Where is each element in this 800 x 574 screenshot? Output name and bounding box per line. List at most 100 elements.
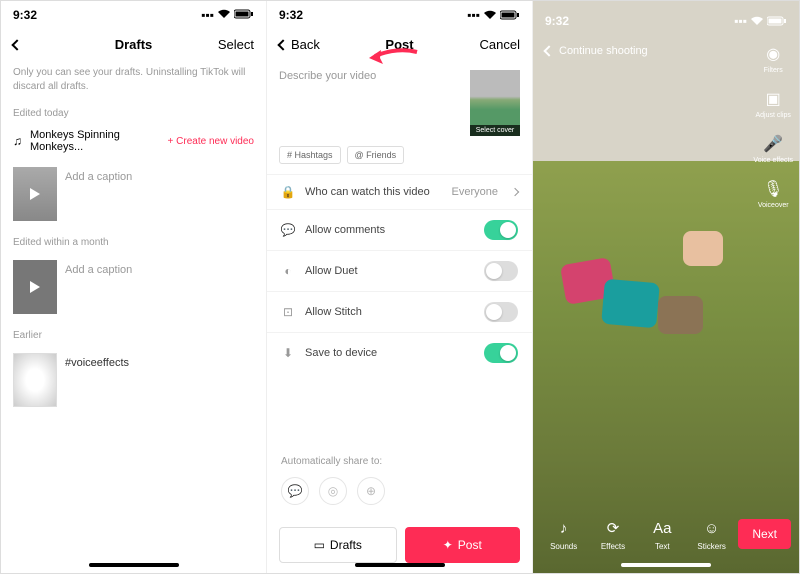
caption-placeholder[interactable]: Add a caption [65,260,132,276]
cover-thumbnail[interactable]: Select cover [470,70,520,136]
privacy-label: Who can watch this video [305,186,442,198]
draft-item[interactable]: Add a caption [1,159,266,229]
chevron-left-icon [277,39,288,50]
chevron-right-icon [511,188,519,196]
wifi-icon [750,16,764,26]
post-button[interactable]: ✦Post [405,527,521,563]
bottom-toolbar: ♪Sounds ⟳Effects AaText ☺Stickers Next [533,516,799,551]
post-icon: ✦ [443,538,453,552]
drafts-button[interactable]: ▭Drafts [279,527,397,563]
home-indicator [89,563,179,567]
comments-row: 💬 Allow comments [267,209,532,250]
draft-thumbnail[interactable] [13,353,57,407]
save-row: ⬇ Save to device [267,332,532,373]
post-panel: 9:32 ▪▪▪ Back Post Cancel Describe your … [267,1,533,573]
stitch-icon: ⊡ [281,305,295,319]
share-instagram-icon[interactable]: ◎ [319,477,347,505]
home-indicator [355,563,445,567]
description-area: Describe your video Select cover [267,60,532,146]
adjust-clips-tool[interactable]: ▣Adjust clips [756,88,791,119]
stickers-tool[interactable]: ☺Stickers [689,516,734,551]
status-time: 9:32 [279,8,303,22]
section-today: Edited today [1,100,266,123]
drafts-header: Drafts Select [1,29,266,60]
side-toolbar: ◉Filters ▣Adjust clips 🎤Voice effects 🎙V… [753,43,793,209]
duet-toggle[interactable] [484,261,518,281]
preview-obj [658,296,703,334]
section-month: Edited within a month [1,229,266,252]
page-title: Drafts [115,37,153,52]
duet-row: ◐ Allow Duet [267,250,532,291]
drafts-hint: Only you can see your drafts. Uninstalli… [1,60,266,100]
status-icons: ▪▪▪ [734,14,787,28]
status-bar: 9:32 ▪▪▪ [545,7,787,35]
status-icons: ▪▪▪ [467,8,520,22]
arrow-annotation [367,46,422,68]
friends-pill[interactable]: @ Friends [347,146,405,164]
preview-obj [601,279,660,329]
voice-icon: 🎤 [762,133,784,155]
filters-icon: ◉ [762,43,784,65]
voiceover-tool[interactable]: 🎙Voiceover [758,178,789,209]
drafts-panel: 9:32 ▪▪▪ Drafts Select Only you can see … [1,1,267,573]
wifi-icon [483,10,497,20]
battery-icon [234,8,254,22]
create-video-link[interactable]: + Create new video [168,136,254,147]
back-button[interactable] [13,41,21,49]
caption-placeholder[interactable]: Add a caption [65,167,132,183]
play-icon [30,281,40,293]
hashtags-pill[interactable]: # Hashtags [279,146,341,164]
section-earlier: Earlier [1,322,266,345]
draft-thumbnail[interactable] [13,260,57,314]
effects-tool[interactable]: ⟳Effects [590,516,635,551]
stitch-toggle[interactable] [484,302,518,322]
continue-shooting-button[interactable]: Continue shooting [545,45,787,57]
share-label: Automatically share to: [267,452,532,471]
status-time: 9:32 [545,14,569,28]
draft-item[interactable]: #voiceeffects [1,345,266,415]
comment-icon: 💬 [281,223,295,237]
sounds-icon: ♪ [552,516,576,540]
music-title: Monkeys Spinning Monkeys... [30,129,160,153]
save-toggle[interactable] [484,343,518,363]
privacy-value: Everyone [452,186,498,198]
share-more-icon[interactable]: ⊕ [357,477,385,505]
draft-thumbnail[interactable] [13,167,57,221]
music-row: ♫ Monkeys Spinning Monkeys... + Create n… [1,123,266,159]
privacy-row[interactable]: 🔒 Who can watch this video Everyone [267,174,532,209]
share-chat-icon[interactable]: 💬 [281,477,309,505]
voiceover-icon: 🎙 [762,178,784,200]
draft-item[interactable]: Add a caption [1,252,266,322]
status-time: 9:32 [13,8,37,22]
stitch-row: ⊡ Allow Stitch [267,291,532,332]
text-icon: Aa [650,516,674,540]
share-row: 💬 ◎ ⊕ [267,471,532,517]
duet-icon: ◐ [281,264,295,278]
stickers-icon: ☺ [700,516,724,540]
comments-toggle[interactable] [484,220,518,240]
preview-obj [683,231,723,266]
battery-icon [767,16,787,26]
sounds-tool[interactable]: ♪Sounds [541,516,586,551]
filters-tool[interactable]: ◉Filters [762,43,784,74]
chevron-left-icon [11,39,22,50]
draft-caption: #voiceeffects [65,353,129,369]
editor-panel: 9:32 ▪▪▪ Continue shooting ◉Filters ▣Adj… [533,1,799,573]
signal-icon: ▪▪▪ [467,8,480,22]
pill-row: # Hashtags @ Friends [267,146,532,174]
status-bar: 9:32 ▪▪▪ [267,1,532,29]
signal-icon: ▪▪▪ [201,8,214,22]
cancel-button[interactable]: Cancel [480,37,520,52]
music-icon: ♫ [13,134,22,148]
voice-effects-tool[interactable]: 🎤Voice effects [753,133,793,164]
text-tool[interactable]: AaText [640,516,685,551]
description-input[interactable]: Describe your video [279,70,462,136]
download-icon: ⬇ [281,346,295,360]
drafts-icon: ▭ [314,538,325,552]
select-button[interactable]: Select [218,37,254,52]
adjust-icon: ▣ [762,88,784,110]
back-button[interactable]: Back [279,37,320,52]
next-button[interactable]: Next [738,519,791,549]
signal-icon: ▪▪▪ [734,14,747,28]
chevron-left-icon [543,45,554,56]
